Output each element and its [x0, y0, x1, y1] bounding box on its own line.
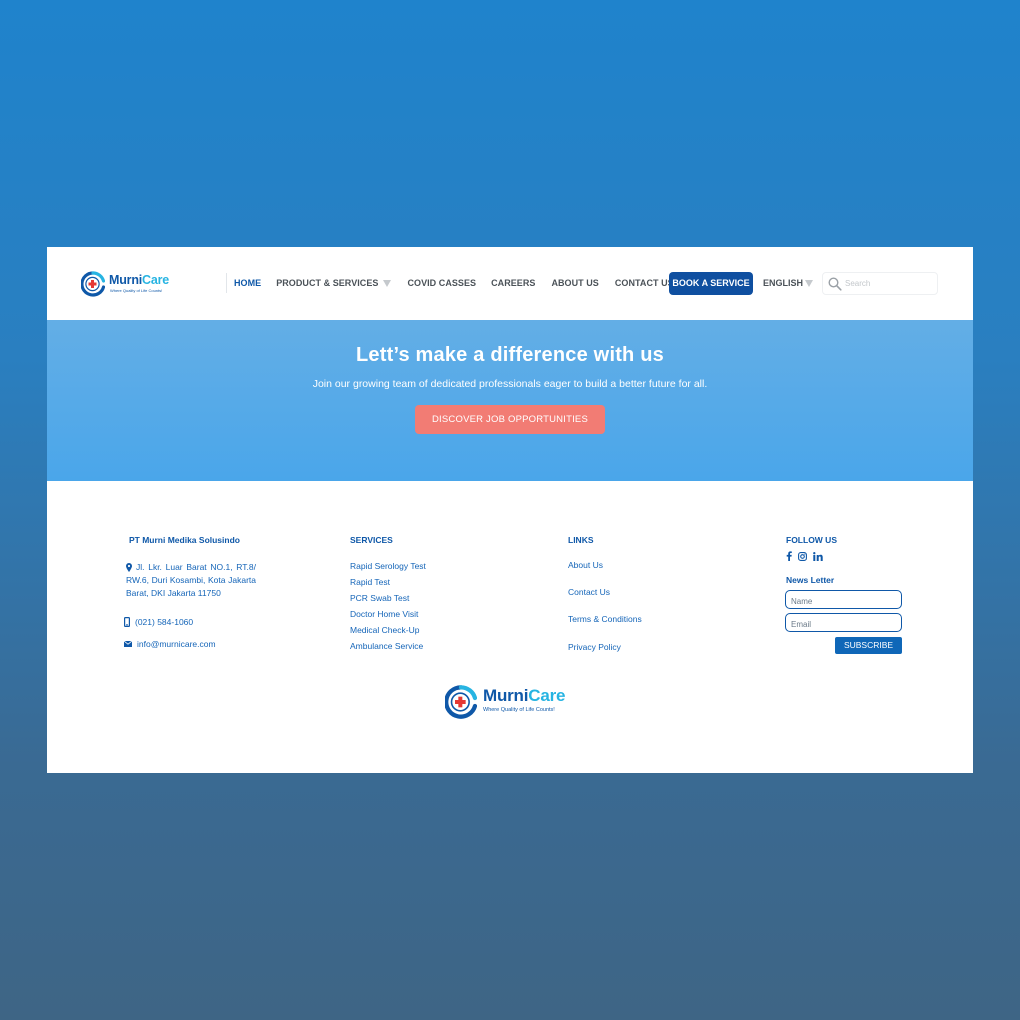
- language-selector[interactable]: ENGLISH: [763, 278, 814, 288]
- murnicare-logo-icon: [445, 685, 477, 719]
- banner-title: Lett’s make a difference with us: [356, 344, 664, 366]
- nav-covid-casses[interactable]: COVID CASSES: [407, 278, 476, 288]
- book-service-button[interactable]: BOOK A SERVICE: [669, 272, 753, 295]
- footer-brand-tagline: Where Quality of Life Counts!: [483, 707, 555, 713]
- services-column: SERVICES: [350, 535, 393, 545]
- mail-icon: [124, 641, 132, 647]
- brand-name-part2: Care: [142, 273, 170, 287]
- newsletter-email-field[interactable]: [785, 613, 902, 633]
- murnicare-logo-icon: [81, 271, 105, 297]
- nav-careers[interactable]: CAREERS: [491, 278, 535, 288]
- social-links: [786, 551, 829, 561]
- nav-product-services-label: PRODUCT & SERVICES: [276, 278, 379, 288]
- services-heading: SERVICES: [350, 535, 393, 545]
- company-address: Jl. Lkr. Luar Barat NO.1, RT.8/ RW.6, Du…: [126, 562, 256, 598]
- main-menu: HOME PRODUCT & SERVICES COVID CASSES CAR…: [226, 271, 674, 295]
- service-link[interactable]: Doctor Home Visit: [350, 609, 418, 619]
- company-email[interactable]: info@murnicare.com: [124, 639, 216, 649]
- linkedin-icon[interactable]: [813, 551, 823, 561]
- instagram-icon[interactable]: [798, 551, 807, 561]
- footer-link-privacy[interactable]: Privacy Policy: [568, 642, 621, 652]
- footer-logo[interactable]: MurniCare Where Quality of Life Counts!: [445, 684, 577, 720]
- footer-brand-name: MurniCare: [483, 686, 565, 706]
- newsletter-heading: News Letter: [786, 575, 835, 585]
- links-column: LINKS: [568, 535, 594, 545]
- search-placeholder: Search: [845, 279, 871, 288]
- phone-icon: [124, 617, 130, 627]
- nav-contact-us[interactable]: CONTACT US: [615, 278, 674, 288]
- language-label: ENGLISH: [763, 278, 804, 288]
- language-dropdown-icon: [805, 280, 814, 287]
- menu-divider: [226, 273, 227, 293]
- footer-link-contact[interactable]: Contact Us: [568, 587, 610, 597]
- search-box[interactable]: Search: [822, 272, 938, 295]
- careers-banner: Lett’s make a difference with us Join ou…: [47, 320, 973, 481]
- brand-tagline: Where Quality of Life Counts!: [110, 288, 163, 293]
- service-link[interactable]: Ambulance Service: [350, 641, 423, 651]
- service-link[interactable]: PCR Swab Test: [350, 593, 409, 603]
- service-link[interactable]: Medical Check-Up: [350, 625, 419, 635]
- footer-link-terms[interactable]: Terms & Conditions: [568, 614, 642, 624]
- footer-link-about[interactable]: About Us: [568, 560, 603, 570]
- banner-subtitle: Join our growing team of dedicated profe…: [312, 378, 708, 390]
- service-link[interactable]: Rapid Serology Test: [350, 561, 426, 571]
- footer-brand-name-part1: Murni: [483, 686, 529, 705]
- company-column: PT Murni Medika Solusindo: [129, 535, 240, 545]
- service-link[interactable]: Rapid Test: [350, 577, 390, 587]
- newsletter-email-input[interactable]: [786, 616, 901, 633]
- brand-name: MurniCare: [109, 273, 169, 287]
- nav-home[interactable]: HOME: [234, 278, 261, 288]
- email-address: info@murnicare.com: [137, 639, 216, 649]
- facebook-icon[interactable]: [786, 551, 792, 561]
- follow-column: FOLLOW US: [786, 535, 837, 545]
- nav-product-services[interactable]: PRODUCT & SERVICES: [276, 278, 392, 288]
- follow-heading: FOLLOW US: [786, 535, 837, 545]
- website-frame: MurniCare Where Quality of Life Counts! …: [47, 247, 973, 773]
- nav-about-us[interactable]: ABOUT US: [551, 278, 598, 288]
- newsletter-name-input[interactable]: [786, 593, 901, 610]
- footer-brand-name-part2: Care: [528, 686, 566, 705]
- newsletter-name-field[interactable]: [785, 590, 902, 610]
- phone-number: (021) 584-1060: [135, 617, 194, 627]
- header-logo[interactable]: MurniCare Where Quality of Life Counts!: [81, 271, 181, 297]
- discover-jobs-button[interactable]: DISCOVER JOB OPPORTUNITIES: [415, 405, 605, 434]
- brand-name-part1: Murni: [109, 273, 143, 287]
- company-phone[interactable]: (021) 584-1060: [124, 617, 193, 627]
- newsletter-section: News Letter: [786, 575, 834, 585]
- subscribe-button[interactable]: SUBSCRIBE: [835, 637, 902, 654]
- dropdown-arrow-icon: [383, 279, 392, 287]
- company-name: PT Murni Medika Solusindo: [129, 535, 240, 545]
- search-icon: [828, 277, 842, 291]
- links-heading: LINKS: [568, 535, 594, 545]
- navbar: MurniCare Where Quality of Life Counts! …: [47, 247, 973, 320]
